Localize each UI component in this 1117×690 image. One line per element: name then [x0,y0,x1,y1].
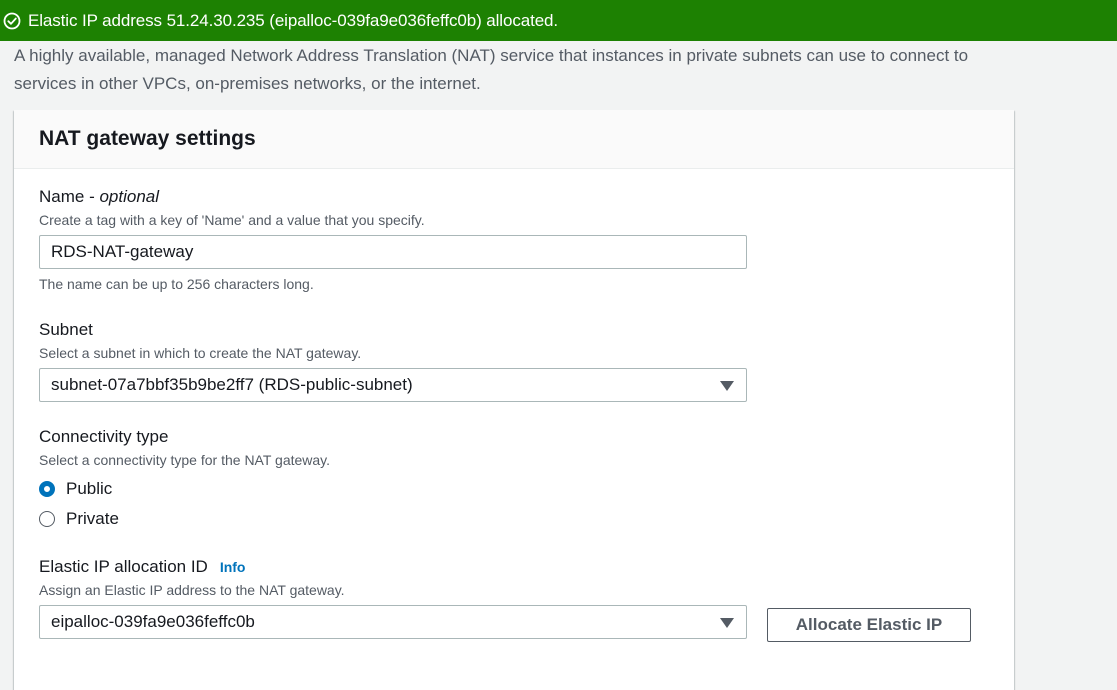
connectivity-label: Connectivity type [39,427,169,446]
eip-help: Assign an Elastic IP address to the NAT … [39,582,345,598]
flash-message: Elastic IP address 51.24.30.235 (eipallo… [28,10,559,30]
radio-label-public: Public [66,479,113,498]
name-field: Name - optional Create a tag with a key … [39,186,747,292]
radio-unselected-icon[interactable] [39,511,55,527]
subnet-help: Select a subnet in which to create the N… [39,345,362,361]
radio-option-private[interactable]: Private [39,504,330,534]
subnet-select[interactable]: subnet-07a7bbf35b9be2ff7 (RDS-public-sub… [39,368,747,402]
radio-option-public[interactable]: Public [39,474,330,504]
eip-select[interactable]: eipalloc-039fa9e036feffc0b [39,605,747,639]
name-help: Create a tag with a key of 'Name' and a … [39,212,425,228]
name-label-optional: optional [99,187,160,206]
name-label-text: Name - [39,187,100,206]
check-circle-icon [3,12,21,30]
radio-selected-icon[interactable] [39,481,55,497]
page-description: A highly available, managed Network Addr… [14,46,969,93]
panel-header: NAT gateway settings [14,110,1014,169]
eip-label: Elastic IP allocation ID Info [39,556,747,578]
name-label: Name - optional [39,186,747,208]
connectivity-help: Select a connectivity type for the NAT g… [39,452,331,468]
name-constraint: The name can be up to 256 characters lon… [39,276,314,292]
caret-down-icon [720,618,734,628]
subnet-label: Subnet [39,320,93,339]
info-link[interactable]: Info [220,559,246,575]
radio-label-private: Private [66,509,119,528]
eip-label-text: Elastic IP allocation ID [39,557,208,576]
success-flash-banner: Elastic IP address 51.24.30.235 (eipallo… [0,0,1117,41]
eip-selected-value: eipalloc-039fa9e036feffc0b [51,612,255,631]
name-input[interactable]: RDS-NAT-gateway [39,235,747,269]
subnet-field: Subnet Select a subnet in which to creat… [39,319,747,402]
allocate-elastic-ip-button[interactable]: Allocate Elastic IP [767,608,971,642]
panel-title: NAT gateway settings [39,127,256,150]
nat-gateway-settings-panel: NAT gateway settings Name - optional Cre… [14,110,1014,690]
connectivity-field: Connectivity type Select a connectivity … [39,426,330,534]
subnet-selected-value: subnet-07a7bbf35b9be2ff7 (RDS-public-sub… [51,375,413,394]
eip-field: Elastic IP allocation ID Info Assign an E… [39,556,747,639]
caret-down-icon [720,381,734,391]
